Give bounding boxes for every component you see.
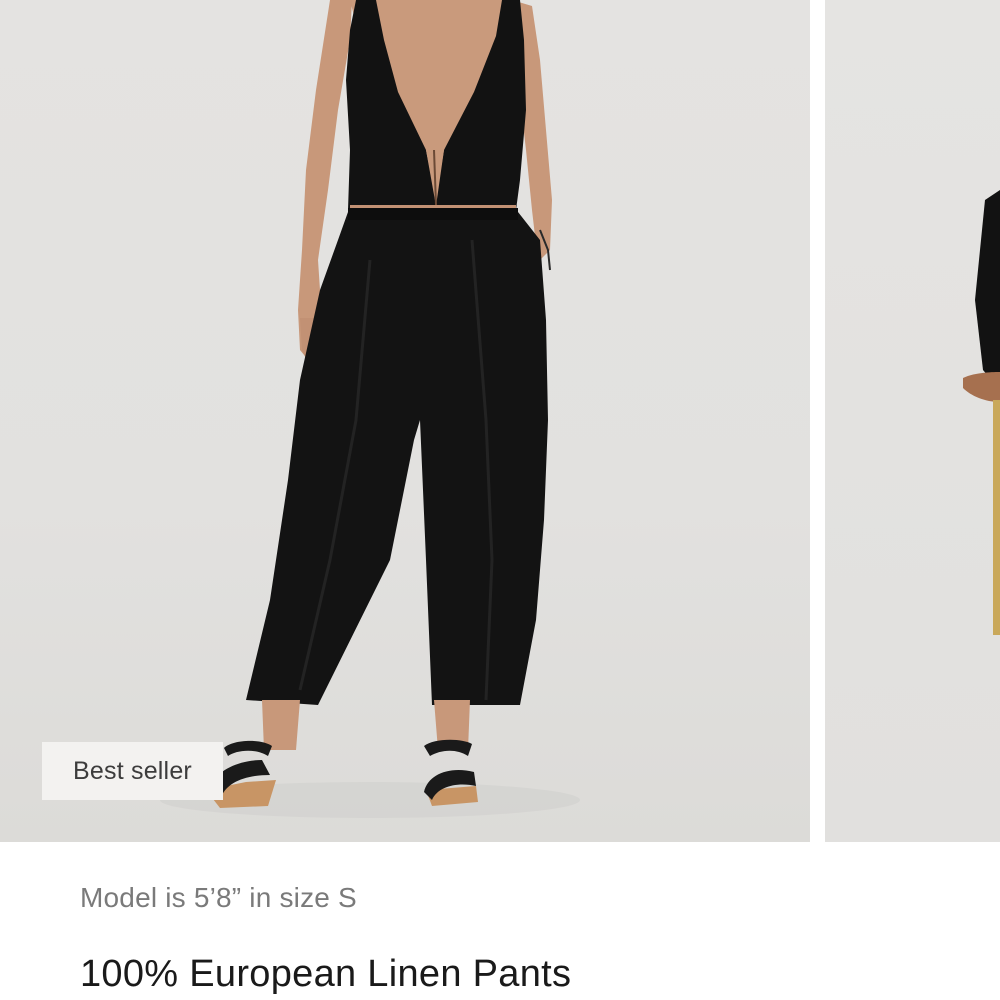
model-photo bbox=[160, 0, 580, 818]
product-image-next[interactable] bbox=[825, 0, 1000, 842]
product-title[interactable]: 100% European Linen Pants bbox=[80, 953, 571, 996]
best-seller-badge: Best seller bbox=[42, 742, 223, 800]
model-photo-next bbox=[963, 190, 1000, 635]
product-page: Best seller Model is 5’8” in size S 100%… bbox=[0, 0, 1000, 1000]
model-info-caption: Model is 5’8” in size S bbox=[80, 882, 357, 913]
carousel-gap bbox=[810, 0, 825, 842]
product-image-main[interactable]: Best seller bbox=[0, 0, 810, 842]
best-seller-label: Best seller bbox=[73, 756, 192, 785]
product-image-carousel[interactable]: Best seller bbox=[0, 0, 1000, 842]
